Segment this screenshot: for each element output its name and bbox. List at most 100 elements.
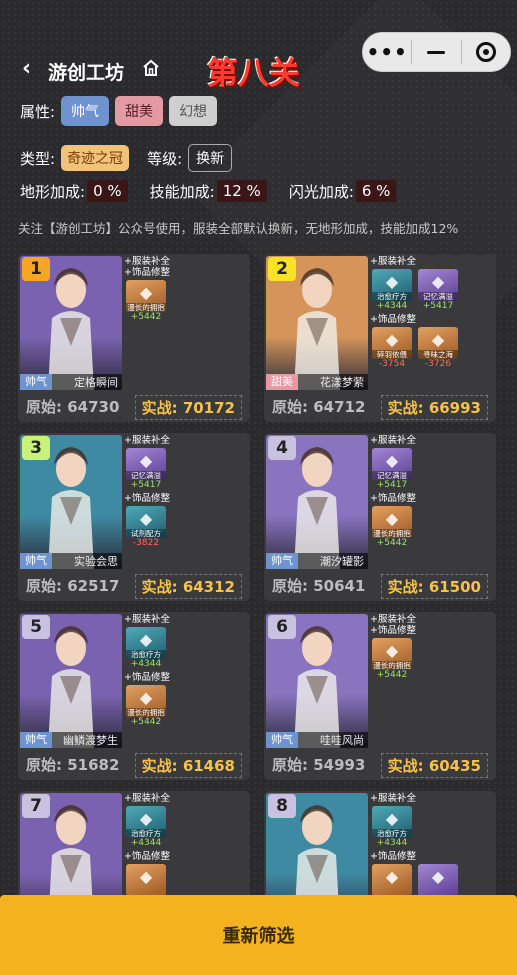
header: ‹ 游创工坊 第八关 •••	[0, 0, 517, 100]
attribute-chip-handsome[interactable]: 帅气	[61, 96, 110, 126]
outfit-tag-bar: 帅气 潮汐罐影	[266, 553, 368, 569]
upgrade-item[interactable]: ◆ 寻味之海 -3726	[418, 327, 458, 370]
attribute-tag: 帅气	[266, 553, 298, 569]
type-filter: 类型: 奇迹之冠 等级: 换新	[20, 144, 233, 172]
item-icon: ◆ 漫长的拥抱	[126, 685, 166, 717]
item-icon: ◆	[418, 864, 458, 896]
outfit-tag-bar: 帅气 哇哇风尚	[266, 732, 368, 748]
upgrade-items: ◆ 治愈疗方 +4344	[126, 806, 248, 849]
item-glyph-icon: ◆	[431, 867, 445, 886]
item-name: 治愈疗方	[126, 829, 166, 838]
item-value: +5417	[130, 480, 162, 490]
original-score: 原始: 54993	[272, 754, 365, 775]
type-label: 类型:	[20, 149, 56, 168]
upgrade-item[interactable]: ◆ 漫长的拥抱 +5442	[126, 280, 166, 323]
upgrade-item[interactable]: ◆ 漫长的拥抱 +5442	[126, 685, 166, 728]
outfit-name: 定格瞬间	[74, 376, 118, 389]
upgrade-label: +饰品修整	[124, 493, 170, 504]
item-icon: ◆ 治愈疗方	[372, 806, 412, 838]
minus-icon[interactable]	[412, 33, 460, 71]
upgrade-label: +服装补全	[124, 435, 170, 446]
chevron-left-icon[interactable]: ‹	[22, 56, 31, 81]
refilter-button[interactable]: 重新筛选	[0, 895, 517, 975]
upgrade-panel: +服装补全 ◆ 记忆满溢 +5417 +饰品修整 ◆ 试剂配方 -3822	[124, 435, 248, 569]
outfit-tag-bar: 帅气 实验会思	[20, 553, 122, 569]
upgrade-label: +饰品修整	[370, 314, 416, 325]
target-icon[interactable]	[462, 33, 510, 71]
item-icon: ◆	[372, 864, 412, 896]
upgrade-item[interactable]: ◆ 试剂配方 -3822	[126, 506, 166, 549]
upgrade-items: ◆ ◆	[372, 864, 494, 896]
outfit-card[interactable]: 5 帅气 幽鳞渡梦生 +服装补全 ◆ 治愈疗方 +4344 +饰品修整 ◆ 漫长的拥抱 +5442 原…	[18, 612, 250, 780]
upgrade-items: ◆ 漫长的拥抱 +5442	[126, 280, 248, 323]
level-title: 第八关	[207, 56, 300, 92]
battle-score-label: 实战:	[141, 757, 178, 775]
item-value: +5417	[376, 480, 408, 490]
upgrade-items: ◆ 碎羽依偎 -3754 ◆ 寻味之海 -3726	[372, 327, 494, 370]
rank-badge: 5	[22, 615, 50, 639]
original-score-value: 51682	[67, 756, 120, 774]
battle-score-value: 70172	[182, 399, 235, 417]
refilter-button-label: 重新筛选	[222, 926, 295, 947]
upgrade-items: ◆ 漫长的拥抱 +5442	[372, 638, 494, 681]
attribute-chip-sweet[interactable]: 甜美	[115, 96, 164, 126]
original-score: 原始: 50641	[272, 575, 365, 596]
upgrade-item[interactable]: ◆ 记忆满溢 +5417	[418, 269, 458, 312]
upgrade-panel: +服装补全 ◆ 治愈疗方 +4344 ◆ 记忆满溢 +5417 +饰品修整 ◆ 碎羽依偎 -3754…	[370, 256, 494, 390]
item-glyph-icon: ◆	[431, 330, 445, 349]
upgrade-item[interactable]: ◆ 治愈疗方 +4344	[372, 269, 412, 312]
original-score: 原始: 51682	[26, 754, 119, 775]
type-chip[interactable]: 奇迹之冠	[61, 145, 130, 171]
item-icon: ◆ 记忆满溢	[418, 269, 458, 301]
attribute-tag: 帅气	[20, 553, 52, 569]
battle-score-value: 64312	[182, 578, 235, 596]
attribute-tag: 甜美	[266, 374, 298, 390]
rank-badge: 2	[268, 257, 296, 281]
battle-score: 实战: 66993	[380, 395, 488, 420]
more-dots-icon[interactable]: •••	[363, 33, 411, 71]
outfit-card[interactable]: 3 帅气 实验会思 +服装补全 ◆ 记忆满溢 +5417 +饰品修整 ◆ 试剂配方 -3822 原始:…	[18, 433, 250, 601]
attribute-label: 属性:	[20, 102, 56, 121]
item-icon: ◆ 漫长的拥抱	[372, 506, 412, 538]
home-icon[interactable]	[141, 58, 161, 78]
outfit-card[interactable]: 6 帅气 哇哇风尚 +服装补全 +饰品修整 ◆ 漫长的拥抱 +5442 原始: 54993 实战:…	[264, 612, 496, 780]
upgrade-panel: +服装补全 ◆ 治愈疗方 +4344 +饰品修整 ◆ 漫长的拥抱 +5442	[124, 614, 248, 748]
upgrade-items: ◆	[126, 864, 248, 896]
outfit-card[interactable]: 4 帅气 潮汐罐影 +服装补全 ◆ 记忆满溢 +5417 +饰品修整 ◆ 漫长的拥抱 +5442 原始…	[264, 433, 496, 601]
upgrade-items: ◆ 记忆满溢 +5417	[372, 448, 494, 491]
upgrade-items: ◆ 治愈疗方 +4344 ◆ 记忆满溢 +5417	[372, 269, 494, 312]
outfit-card[interactable]: 1 帅气 定格瞬间 +服装补全 +饰品修整 ◆ 漫长的拥抱 +5442 原始: 64730 实战:…	[18, 254, 250, 422]
battle-score-label: 实战:	[387, 399, 424, 417]
upgrade-item[interactable]: ◆	[418, 864, 458, 896]
upgrade-panel: +服装补全 +饰品修整 ◆ 漫长的拥抱 +5442	[124, 256, 248, 390]
attribute-chip-fantasy[interactable]: 幻想	[169, 96, 218, 126]
rank-badge: 8	[268, 794, 296, 818]
item-icon: ◆ 漫长的拥抱	[372, 638, 412, 670]
upgrade-item[interactable]: ◆ 治愈疗方 +4344	[126, 806, 166, 849]
upgrade-label: +服装补全	[370, 793, 416, 804]
item-value: +5442	[376, 538, 408, 548]
upgrade-item[interactable]: ◆ 记忆满溢 +5417	[126, 448, 166, 491]
upgrade-item[interactable]: ◆	[372, 864, 412, 896]
outfit-card[interactable]: 2 甜美 花漾梦萦 +服装补全 ◆ 治愈疗方 +4344 ◆ 记忆满溢 +5417 +饰品修整 ◆ 碎羽…	[264, 254, 496, 422]
item-name: 碎羽依偎	[372, 350, 412, 359]
upgrade-item[interactable]: ◆ 治愈疗方 +4344	[372, 806, 412, 849]
item-glyph-icon: ◆	[385, 641, 399, 660]
upgrade-item[interactable]: ◆ 漫长的拥抱 +5442	[372, 638, 412, 681]
item-value: +5442	[376, 670, 408, 680]
upgrade-item[interactable]: ◆ 碎羽依偎 -3754	[372, 327, 412, 370]
battle-score-label: 实战:	[141, 578, 178, 596]
notice-text: 关注【游创工坊】公众号使用，服装全部默认换新，无地形加成，技能加成12%	[18, 221, 459, 236]
item-glyph-icon: ◆	[385, 867, 399, 886]
upgrade-item[interactable]: ◆ 漫长的拥抱 +5442	[372, 506, 412, 549]
upgrade-item[interactable]: ◆ 记忆满溢 +5417	[372, 448, 412, 491]
upgrade-item[interactable]: ◆	[126, 864, 166, 896]
item-value: +4344	[130, 659, 162, 669]
item-glyph-icon: ◆	[385, 809, 399, 828]
grade-chip[interactable]: 换新	[188, 144, 233, 172]
rank-badge: 1	[22, 257, 50, 281]
item-glyph-icon: ◆	[139, 867, 153, 886]
item-glyph-icon: ◆	[385, 272, 399, 291]
upgrade-item[interactable]: ◆ 治愈疗方 +4344	[126, 627, 166, 670]
item-name: 治愈疗方	[372, 292, 412, 301]
